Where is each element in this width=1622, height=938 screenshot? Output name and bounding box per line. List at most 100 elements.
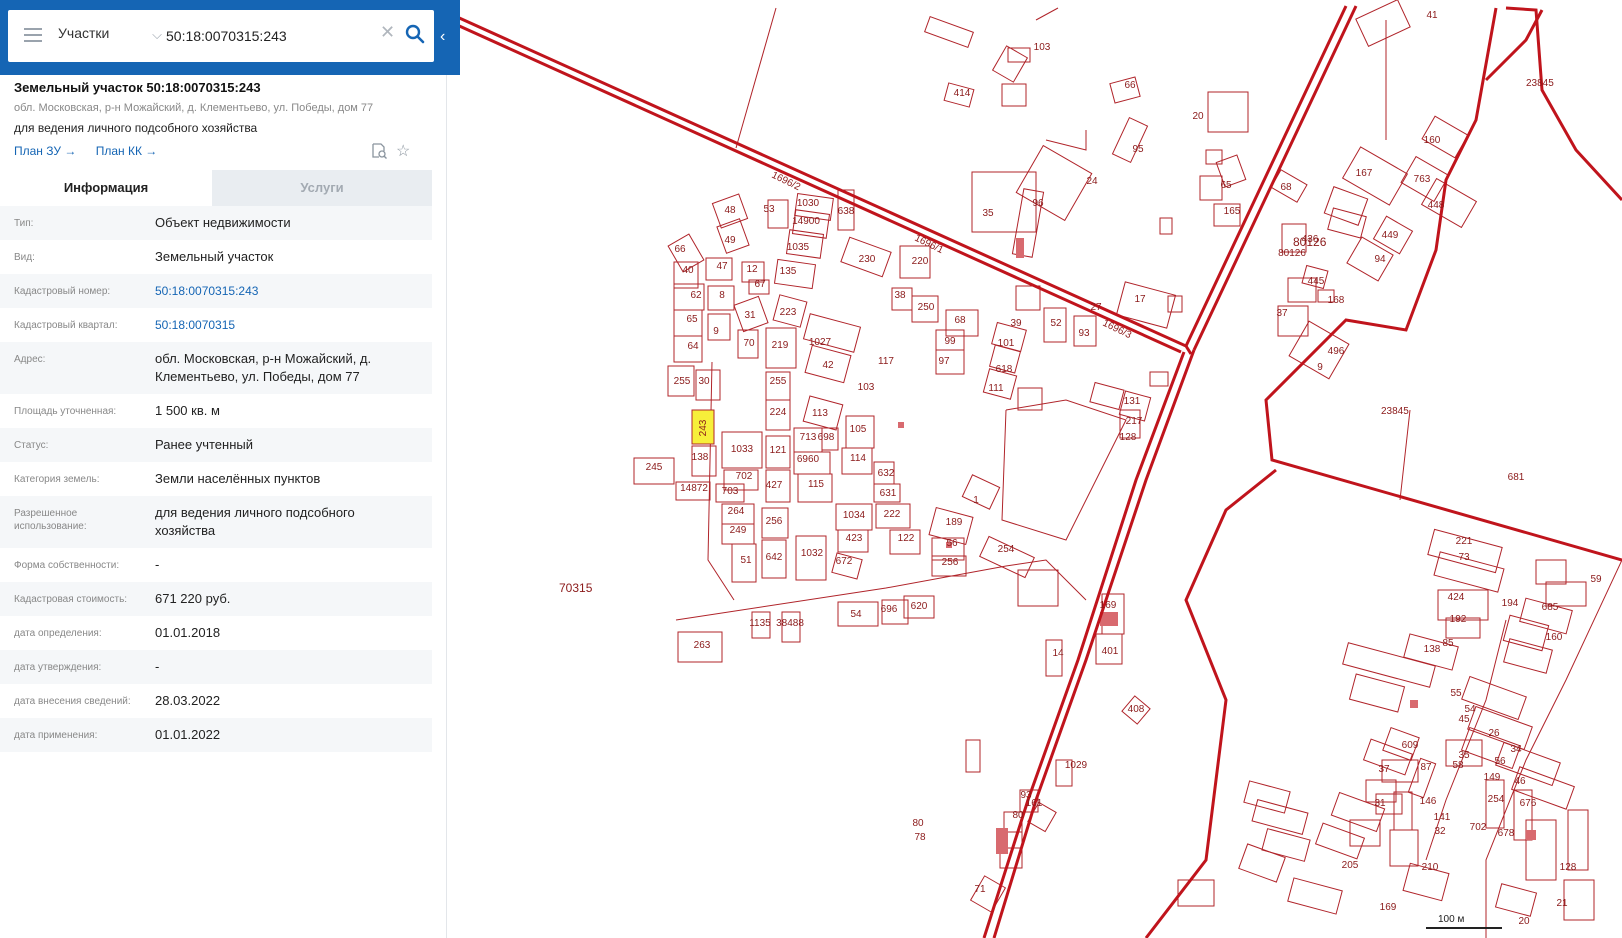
parcel-outline (991, 45, 1029, 83)
attribute-row: Кадастровый номер: 50:18:0070315:243 (0, 274, 432, 308)
parcel-label: 42 (822, 360, 834, 371)
parcel-label: 66 (674, 244, 686, 255)
layer-select[interactable]: Участки ⌵ (58, 25, 162, 47)
parcel-outline (1494, 883, 1538, 917)
menu-icon[interactable] (24, 28, 42, 42)
parcel-label: 35 (982, 208, 994, 219)
plan-zu-link[interactable]: План ЗУ → (14, 144, 76, 158)
parcel-outline (1251, 799, 1309, 835)
parcel-outline (1355, 0, 1411, 47)
parcel-outline (1342, 642, 1436, 688)
parcel-label: 449 (1382, 230, 1399, 241)
attribute-value: 28.03.2022 (155, 693, 221, 708)
parcel-label: 59 (1590, 574, 1602, 585)
parcel-label: 80 (1012, 810, 1024, 821)
parcel-outline (1567, 809, 1589, 871)
parcel-label: 217 (1126, 416, 1143, 427)
collapse-panel-icon[interactable]: ‹ (440, 28, 445, 46)
quarter-label-23845-a: 23845 (1526, 78, 1554, 89)
attribute-row: Адрес: обл. Московская, р-н Можайский, д.… (0, 342, 432, 394)
plan-links: План ЗУ → План КК → ☆ (14, 141, 434, 162)
attribute-label: Категория земель: (14, 474, 100, 485)
parcel-label: 70 (743, 338, 755, 349)
parcel-label: 161 (1026, 798, 1043, 809)
search-input[interactable] (164, 22, 368, 50)
parcel-label: 1035 (787, 242, 810, 253)
parcel-label: 80 (912, 818, 924, 829)
star-icon[interactable]: ☆ (396, 141, 410, 161)
plan-kk-link[interactable]: План КК → (96, 144, 158, 158)
attribute-value: Объект недвижимости (155, 215, 291, 230)
attribute-value: 01.01.2018 (155, 625, 221, 640)
parcel-label: 255 (674, 376, 691, 387)
parcel-label: 87 (1420, 762, 1432, 773)
parcel-label: 48 (724, 205, 736, 216)
parcel-label: 71 (974, 884, 986, 895)
parcel-label: 9 (1317, 362, 1323, 373)
parcel-label: 54 (1464, 704, 1476, 715)
attribute-row: Категория земель: Земли населённых пункто… (0, 462, 432, 496)
cadastral-map[interactable]: 243 48 531030149006384966 103540 47 12 135676… (446, 0, 1622, 938)
parcel-outline (1327, 207, 1367, 239)
parcel-outline (1348, 673, 1406, 713)
attribute-link[interactable]: 50:18:0070315 (155, 316, 417, 334)
attribute-label: дата определения: (14, 628, 102, 639)
parcel-label: 445 (1308, 276, 1325, 287)
building-mark (996, 828, 1008, 854)
parcel-label: 103 (1034, 42, 1051, 53)
attribute-value: - (155, 557, 160, 572)
document-search-icon[interactable] (370, 142, 388, 160)
attribute-row: дата утверждения: - (0, 650, 432, 684)
parcel-line (1045, 130, 1087, 151)
attribute-label: Статус: (14, 440, 49, 451)
parcel-label: 642 (766, 552, 783, 563)
parcel-outline (1205, 149, 1223, 165)
attribute-link[interactable]: 50:18:0070315:243 (155, 282, 417, 300)
parcel-outline (1207, 91, 1249, 133)
parcel-label: 31 (744, 310, 756, 321)
parcel-label: 115 (808, 479, 824, 490)
object-purpose: для ведения личного подсобного хозяйства (14, 121, 258, 135)
parcel-label: 194 (1502, 598, 1519, 609)
attribute-row: Статус: Ранее учтенный (0, 428, 432, 462)
parcel-label: 141 (1434, 812, 1451, 823)
parcel-label: 169 (1100, 600, 1117, 611)
attribute-row: Кадастровая стоимость: 671 220 руб. (0, 582, 432, 616)
quarter-label-70315: 70315 (559, 581, 593, 595)
parcel-label: 128 (1120, 432, 1137, 443)
parcel-outline (1159, 217, 1173, 235)
quarter-boundary (1505, 6, 1622, 202)
parcel-label: 101 (998, 338, 1015, 349)
parcel-outline (924, 15, 974, 49)
tab-information[interactable]: Информация (0, 170, 212, 206)
parcel-outline (1017, 569, 1059, 607)
parcel-outline (979, 535, 1035, 579)
parcel-outline (1001, 83, 1027, 107)
parcel-outline (1177, 879, 1215, 907)
search-icon[interactable] (405, 24, 425, 44)
attribute-label: Адрес: (14, 354, 46, 365)
search-bar: Участки ⌵ ✕ ‹ (0, 0, 460, 75)
quarter-boundary (446, 18, 1182, 354)
parcel-label: 39 (1010, 318, 1022, 329)
attribute-row: Вид: Земельный участок (0, 240, 432, 274)
attribute-label: Кадастровый номер: (14, 286, 111, 297)
attribute-label: Кадастровая стоимость: (14, 594, 128, 605)
parcel-label: 205 (1342, 860, 1359, 871)
parcel-outline (1393, 791, 1413, 831)
parcel-label: 105 (850, 424, 867, 435)
parcel-label: 1030 (797, 198, 820, 209)
parcel-line (707, 361, 735, 601)
parcel-outline (1346, 236, 1394, 282)
parcel-label: 111 (988, 383, 1004, 394)
attribute-value: Земельный участок (155, 249, 274, 264)
parcel-label: 702 (736, 471, 753, 482)
parcel-label: 254 (998, 544, 1015, 555)
tab-services[interactable]: Услуги (212, 170, 432, 206)
building-mark (1526, 830, 1536, 840)
parcel-label: 620 (911, 601, 928, 612)
layer-select-value: Участки (58, 25, 110, 41)
clear-icon[interactable]: ✕ (380, 22, 395, 43)
parcel-label: 256 (766, 516, 783, 527)
parcel-label: 135 (780, 266, 797, 277)
